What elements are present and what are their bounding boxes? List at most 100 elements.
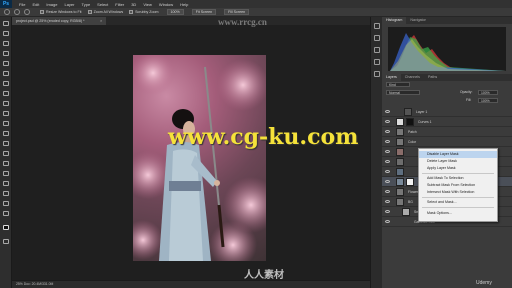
brush-panel-icon[interactable] xyxy=(374,59,380,65)
quick-mask-icon[interactable] xyxy=(3,239,9,244)
layer-mask-context-menu: Disable Layer Mask Delete Layer Mask App… xyxy=(418,148,498,222)
properties-panel-icon[interactable] xyxy=(374,23,380,29)
menu-bar: Ps File Edit Image Layer Type Select Fil… xyxy=(0,0,512,8)
layers-tab-bar: Layers Channels Paths xyxy=(382,74,512,81)
clone-stamp-tool-icon[interactable] xyxy=(3,101,9,106)
scrubby-zoom-checkbox[interactable] xyxy=(129,10,134,14)
resize-windows-checkbox[interactable] xyxy=(40,10,44,14)
menu-layer[interactable]: Layer xyxy=(64,2,74,7)
visibility-eye-icon[interactable] xyxy=(385,200,390,203)
udemy-watermark: Udemy xyxy=(476,280,492,286)
visibility-eye-icon[interactable] xyxy=(385,210,390,213)
menu-filter[interactable]: Filter xyxy=(115,2,124,7)
zoom-tool-icon[interactable] xyxy=(3,211,9,216)
visibility-eye-icon[interactable] xyxy=(385,120,390,123)
group-folder-icon xyxy=(396,198,404,206)
adjustments-panel-icon[interactable] xyxy=(374,35,380,41)
blend-mode-select[interactable]: Normal xyxy=(386,90,420,95)
layer-row[interactable]: Curves 1 xyxy=(382,117,512,127)
visibility-eye-icon[interactable] xyxy=(385,140,390,143)
brush-tool-icon[interactable] xyxy=(3,91,9,96)
menu-item-intersect-mask-with-selection[interactable]: Intersect Mask With Selection xyxy=(419,189,497,196)
zoom-all-checkbox[interactable] xyxy=(87,10,92,14)
menu-separator xyxy=(422,207,494,208)
histogram-graph xyxy=(388,27,506,71)
menu-edit[interactable]: Edit xyxy=(32,2,39,7)
menu-image[interactable]: Image xyxy=(46,2,57,7)
marquee-tool-icon[interactable] xyxy=(3,31,9,36)
type-tool-icon[interactable] xyxy=(3,171,9,176)
menu-file[interactable]: File xyxy=(19,2,25,7)
histogram-tab-bar: Histogram Navigator xyxy=(382,17,512,24)
visibility-eye-icon[interactable] xyxy=(385,160,390,163)
fit-screen-button[interactable]: Fit Screen xyxy=(191,9,217,15)
character-panel-icon[interactable] xyxy=(374,71,380,77)
healing-brush-tool-icon[interactable] xyxy=(3,81,9,86)
pen-tool-icon[interactable] xyxy=(3,161,9,166)
layer-mask-thumbnail xyxy=(406,118,414,126)
lasso-tool-icon[interactable] xyxy=(3,41,9,46)
path-selection-tool-icon[interactable] xyxy=(3,181,9,186)
hand-tool-icon[interactable] xyxy=(3,201,9,206)
document-tab[interactable]: project.psd @ 25% (eroded copy, RGB/8) * xyxy=(12,17,106,25)
tab-channels[interactable]: Channels xyxy=(401,74,424,81)
history-panel-icon[interactable] xyxy=(374,47,380,53)
layer-row[interactable]: Patch xyxy=(382,127,512,137)
history-brush-tool-icon[interactable] xyxy=(3,111,9,116)
tab-navigator[interactable]: Navigator xyxy=(406,17,429,24)
eraser-tool-icon[interactable] xyxy=(3,121,9,126)
tab-histogram[interactable]: Histogram xyxy=(382,17,407,24)
close-tab-icon[interactable]: × xyxy=(100,17,102,25)
menu-view[interactable]: View xyxy=(143,2,152,7)
tab-layers[interactable]: Layers xyxy=(382,74,401,81)
menu-item-disable-layer-mask[interactable]: Disable Layer Mask xyxy=(419,151,497,158)
photo-geisha-with-sword xyxy=(133,55,266,261)
menu-item-subtract-mask-from-selection[interactable]: Subtract Mask From Selection xyxy=(419,182,497,189)
zoom-tool-icon[interactable] xyxy=(4,9,10,15)
blur-tool-icon[interactable] xyxy=(3,141,9,146)
menu-item-select-and-mask[interactable]: Select and Mask... xyxy=(419,199,497,206)
visibility-eye-icon[interactable] xyxy=(385,110,390,113)
zoom-out-icon[interactable] xyxy=(24,9,30,15)
visibility-eye-icon[interactable] xyxy=(385,170,390,173)
smart-filter-thumbnail xyxy=(402,208,410,216)
shape-tool-icon[interactable] xyxy=(3,191,9,196)
menu-window[interactable]: Window xyxy=(159,2,173,7)
crop-tool-icon[interactable] xyxy=(3,61,9,66)
gradient-tool-icon[interactable] xyxy=(3,131,9,136)
foreground-color-swatch[interactable] xyxy=(3,225,9,230)
layer-thumbnail xyxy=(396,158,404,166)
layer-row[interactable]: Color xyxy=(382,137,512,147)
document-canvas[interactable] xyxy=(12,25,370,280)
menu-select[interactable]: Select xyxy=(97,2,108,7)
fill-field[interactable]: 100% xyxy=(478,98,498,103)
filter-kind-select[interactable]: Kind xyxy=(386,82,410,87)
eyedropper-tool-icon[interactable] xyxy=(3,71,9,76)
zoom-in-icon[interactable] xyxy=(14,9,20,15)
options-bar: Resize Windows to Fit Zoom All Windows S… xyxy=(0,8,512,17)
fill-screen-button[interactable]: Fill Screen xyxy=(224,9,250,15)
move-tool-icon[interactable] xyxy=(3,21,9,26)
menu-item-mask-options[interactable]: Mask Options... xyxy=(419,210,497,217)
menu-item-add-mask-to-selection[interactable]: Add Mask To Selection xyxy=(419,175,497,182)
quick-select-tool-icon[interactable] xyxy=(3,51,9,56)
menu-item-delete-layer-mask[interactable]: Delete Layer Mask xyxy=(419,158,497,165)
menu-help[interactable]: Help xyxy=(180,2,188,7)
fill-row: Fill: 100% xyxy=(382,97,512,105)
menu-item-apply-layer-mask[interactable]: Apply Layer Mask xyxy=(419,165,497,172)
visibility-eye-icon[interactable] xyxy=(385,220,390,223)
visibility-eye-icon[interactable] xyxy=(385,150,390,153)
layer-row[interactable]: Layer 1 xyxy=(382,107,512,117)
layer-thumbnail xyxy=(404,108,412,116)
menu-3d[interactable]: 3D xyxy=(131,2,136,7)
dodge-tool-icon[interactable] xyxy=(3,151,9,156)
group-folder-icon xyxy=(396,188,404,196)
visibility-eye-icon[interactable] xyxy=(385,130,390,133)
visibility-eye-icon[interactable] xyxy=(385,190,390,193)
zoom-100-button[interactable]: 100% xyxy=(166,9,184,15)
menu-type[interactable]: Type xyxy=(82,2,91,7)
rrcg-watermark: www.rrcg.cn xyxy=(218,17,267,27)
visibility-eye-icon[interactable] xyxy=(385,180,390,183)
opacity-field[interactable]: 100% xyxy=(478,90,498,95)
tab-paths[interactable]: Paths xyxy=(424,74,441,81)
